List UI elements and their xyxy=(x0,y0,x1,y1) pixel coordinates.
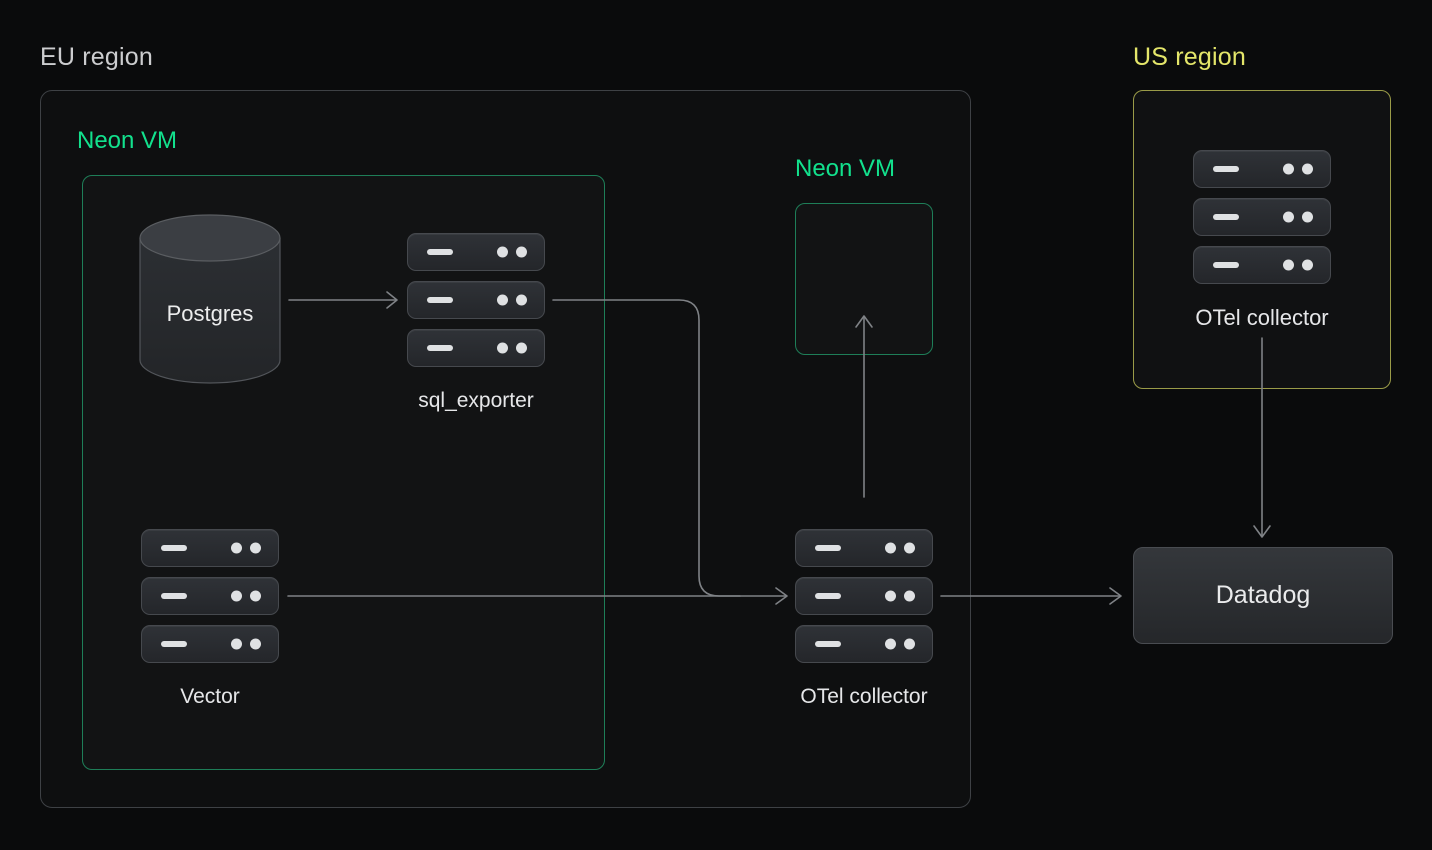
server-led xyxy=(231,543,242,554)
architecture-diagram: EU region US region Neon VM Neon VM Post… xyxy=(0,0,1432,850)
sql-exporter-label: sql_exporter xyxy=(407,389,545,413)
server-led xyxy=(885,639,896,650)
server-dash xyxy=(161,545,187,551)
server-icon xyxy=(795,625,933,663)
datadog-node: Datadog xyxy=(1133,547,1393,644)
server-dash xyxy=(1213,214,1239,220)
server-icon xyxy=(141,577,279,615)
server-led xyxy=(231,639,242,650)
server-led xyxy=(885,543,896,554)
server-dash xyxy=(815,545,841,551)
server-icon xyxy=(795,529,933,567)
us-region-title: US region xyxy=(1133,43,1246,72)
server-led xyxy=(516,343,527,354)
server-led xyxy=(231,591,242,602)
server-led xyxy=(497,247,508,258)
server-led xyxy=(497,295,508,306)
server-icon xyxy=(1193,198,1331,236)
server-led xyxy=(1283,164,1294,175)
otel-collector-eu-label: OTel collector xyxy=(795,685,933,709)
otel-collector-us-stack xyxy=(1193,150,1331,284)
server-led xyxy=(516,247,527,258)
server-led xyxy=(904,591,915,602)
server-dash xyxy=(1213,166,1239,172)
server-dash xyxy=(815,593,841,599)
server-dash xyxy=(1213,262,1239,268)
neon-vm-2-box xyxy=(795,203,933,355)
server-led xyxy=(250,591,261,602)
server-dash xyxy=(161,641,187,647)
server-led xyxy=(250,639,261,650)
vector-stack xyxy=(141,529,279,663)
arrowhead-down-icon xyxy=(1254,526,1270,537)
server-led xyxy=(1302,260,1313,271)
server-icon xyxy=(1193,150,1331,188)
server-led xyxy=(1283,260,1294,271)
server-led xyxy=(1302,164,1313,175)
otel-collector-us-label: OTel collector xyxy=(1193,305,1331,331)
database-cylinder-icon xyxy=(139,213,281,385)
datadog-label: Datadog xyxy=(1216,581,1311,610)
server-icon xyxy=(407,329,545,367)
server-icon xyxy=(407,233,545,271)
server-icon xyxy=(141,625,279,663)
server-dash xyxy=(427,249,453,255)
server-icon xyxy=(407,281,545,319)
server-led xyxy=(497,343,508,354)
server-led xyxy=(250,543,261,554)
eu-region-title: EU region xyxy=(40,43,153,72)
arrowhead-right-icon xyxy=(1110,588,1121,604)
postgres-database: Postgres xyxy=(139,213,281,385)
neon-vm-1-label: Neon VM xyxy=(77,127,177,155)
server-icon xyxy=(795,577,933,615)
server-icon xyxy=(1193,246,1331,284)
server-dash xyxy=(815,641,841,647)
server-led xyxy=(904,543,915,554)
server-led xyxy=(885,591,896,602)
server-icon xyxy=(141,529,279,567)
server-led xyxy=(1302,212,1313,223)
server-dash xyxy=(161,593,187,599)
vector-label: Vector xyxy=(141,685,279,709)
sql-exporter-stack xyxy=(407,233,545,367)
neon-vm-2-label: Neon VM xyxy=(795,155,895,183)
server-led xyxy=(516,295,527,306)
server-led xyxy=(1283,212,1294,223)
postgres-label: Postgres xyxy=(139,301,281,327)
otel-collector-eu-stack xyxy=(795,529,933,663)
server-dash xyxy=(427,345,453,351)
server-led xyxy=(904,639,915,650)
server-dash xyxy=(427,297,453,303)
